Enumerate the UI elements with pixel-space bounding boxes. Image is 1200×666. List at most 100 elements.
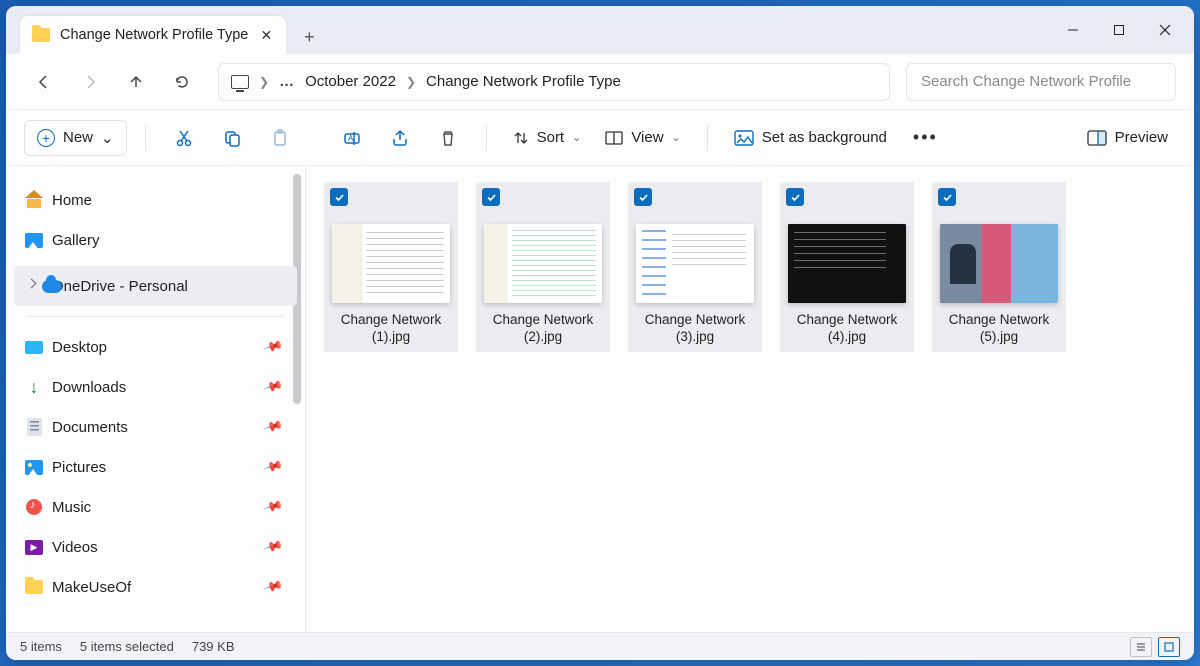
pin-icon: 📌	[262, 416, 284, 438]
sidebar-item-pictures[interactable]: Pictures📌	[6, 447, 305, 487]
up-button[interactable]	[116, 62, 156, 102]
sort-icon	[513, 130, 529, 146]
minimize-button[interactable]	[1050, 10, 1096, 50]
file-item[interactable]: Change Network(3).jpg	[628, 182, 762, 352]
file-item[interactable]: Change Network(1).jpg	[324, 182, 458, 352]
sidebar-item-gallery[interactable]: Gallery	[6, 220, 305, 260]
separator	[145, 125, 146, 151]
chevron-right-icon: ❯	[259, 75, 269, 89]
chevron-down-icon: ⌄	[672, 131, 681, 144]
cloud-icon	[42, 280, 62, 293]
preview-toggle[interactable]: Preview	[1079, 120, 1176, 156]
maximize-button[interactable]	[1096, 10, 1142, 50]
search-input[interactable]: Search Change Network Profile	[906, 63, 1176, 101]
view-label: View	[631, 129, 663, 146]
document-icon	[27, 418, 42, 436]
share-button[interactable]	[380, 118, 420, 158]
set-background-button[interactable]: Set as background	[726, 120, 895, 156]
cut-button[interactable]	[164, 118, 204, 158]
chevron-down-icon: ⌄	[101, 129, 114, 147]
status-size: 739 KB	[192, 639, 235, 654]
video-icon: ▶	[25, 540, 43, 555]
sidebar-item-home[interactable]: Home	[6, 180, 305, 220]
checkbox-checked[interactable]	[786, 188, 804, 206]
gallery-icon	[25, 233, 43, 248]
desktop-icon	[25, 341, 43, 354]
close-tab-button[interactable]: ✕	[258, 27, 274, 43]
sidebar-item-onedrive[interactable]: OneDrive - Personal	[14, 266, 297, 306]
breadcrumb-current[interactable]: Change Network Profile Type	[426, 73, 621, 90]
home-icon	[25, 192, 43, 208]
refresh-button[interactable]	[162, 62, 202, 102]
separator	[707, 125, 708, 151]
new-tab-button[interactable]: +	[292, 20, 326, 54]
sidebar-item-music[interactable]: Music📌	[6, 487, 305, 527]
sidebar-item-makeuseof[interactable]: MakeUseOf📌	[6, 567, 305, 607]
sidebar-item-downloads[interactable]: ↓Downloads📌	[6, 367, 305, 407]
sort-label: Sort	[537, 129, 565, 146]
delete-button[interactable]	[428, 118, 468, 158]
breadcrumb-parent[interactable]: October 2022	[305, 73, 396, 90]
download-icon: ↓	[30, 377, 39, 398]
pictures-icon	[25, 460, 43, 475]
file-item[interactable]: Change Network(5).jpg	[932, 182, 1066, 352]
copy-button[interactable]	[212, 118, 252, 158]
details-view-button[interactable]	[1130, 637, 1152, 657]
thumbnail	[636, 224, 754, 303]
file-item[interactable]: Change Network(2).jpg	[476, 182, 610, 352]
breadcrumb[interactable]: ❯ … October 2022 ❯ Change Network Profil…	[218, 63, 890, 101]
new-button[interactable]: + New ⌄	[24, 120, 127, 156]
plus-icon: +	[37, 129, 55, 147]
statusbar: 5 items 5 items selected 739 KB	[6, 632, 1194, 660]
checkbox-checked[interactable]	[634, 188, 652, 206]
sidebar-item-videos[interactable]: ▶Videos📌	[6, 527, 305, 567]
new-label: New	[63, 129, 93, 146]
file-name: Change Network(5).jpg	[949, 311, 1050, 346]
thumbnail	[788, 224, 906, 303]
chevron-right-icon: ❯	[406, 75, 416, 89]
view-button[interactable]: View ⌄	[597, 120, 688, 156]
more-button[interactable]: •••	[903, 127, 948, 148]
file-name: Change Network(3).jpg	[645, 311, 746, 346]
separator	[486, 125, 487, 151]
checkbox-checked[interactable]	[330, 188, 348, 206]
checkbox-checked[interactable]	[482, 188, 500, 206]
file-item[interactable]: Change Network(4).jpg	[780, 182, 914, 352]
music-icon	[26, 499, 42, 515]
pc-icon	[231, 75, 249, 89]
window-controls	[1050, 6, 1188, 54]
sidebar: Home Gallery OneDrive - Personal Desktop…	[6, 166, 306, 632]
folder-icon	[25, 580, 43, 594]
file-name: Change Network(4).jpg	[797, 311, 898, 346]
back-button[interactable]	[24, 62, 64, 102]
sidebar-item-desktop[interactable]: Desktop📌	[6, 327, 305, 367]
status-selected: 5 items selected	[80, 639, 174, 654]
svg-text:A: A	[348, 134, 354, 143]
rename-button[interactable]: A	[332, 118, 372, 158]
navbar: ❯ … October 2022 ❯ Change Network Profil…	[6, 54, 1194, 110]
checkbox-checked[interactable]	[938, 188, 956, 206]
pin-icon: 📌	[262, 376, 284, 398]
close-window-button[interactable]	[1142, 10, 1188, 50]
thumbnail	[940, 224, 1058, 303]
view-icon	[605, 131, 623, 145]
file-name: Change Network(2).jpg	[493, 311, 594, 346]
pin-icon: 📌	[262, 576, 284, 598]
background-label: Set as background	[762, 129, 887, 146]
folder-icon	[32, 28, 50, 42]
search-placeholder: Search Change Network Profile	[921, 73, 1131, 90]
breadcrumb-overflow[interactable]: …	[279, 73, 295, 90]
chevron-down-icon: ⌄	[572, 131, 581, 144]
titlebar: Change Network Profile Type ✕ +	[6, 6, 1194, 54]
explorer-window: Change Network Profile Type ✕ + ❯ … Octo…	[6, 6, 1194, 660]
status-item-count: 5 items	[20, 639, 62, 654]
sidebar-item-documents[interactable]: Documents📌	[6, 407, 305, 447]
paste-button[interactable]	[260, 118, 300, 158]
active-tab[interactable]: Change Network Profile Type ✕	[20, 16, 286, 54]
pin-icon: 📌	[262, 536, 284, 558]
sort-button[interactable]: Sort ⌄	[505, 120, 590, 156]
forward-button[interactable]	[70, 62, 110, 102]
thumbnail	[484, 224, 602, 303]
toolbar: + New ⌄ A Sort ⌄ View ⌄ Set as backgroun…	[6, 110, 1194, 166]
thumbnails-view-button[interactable]	[1158, 637, 1180, 657]
